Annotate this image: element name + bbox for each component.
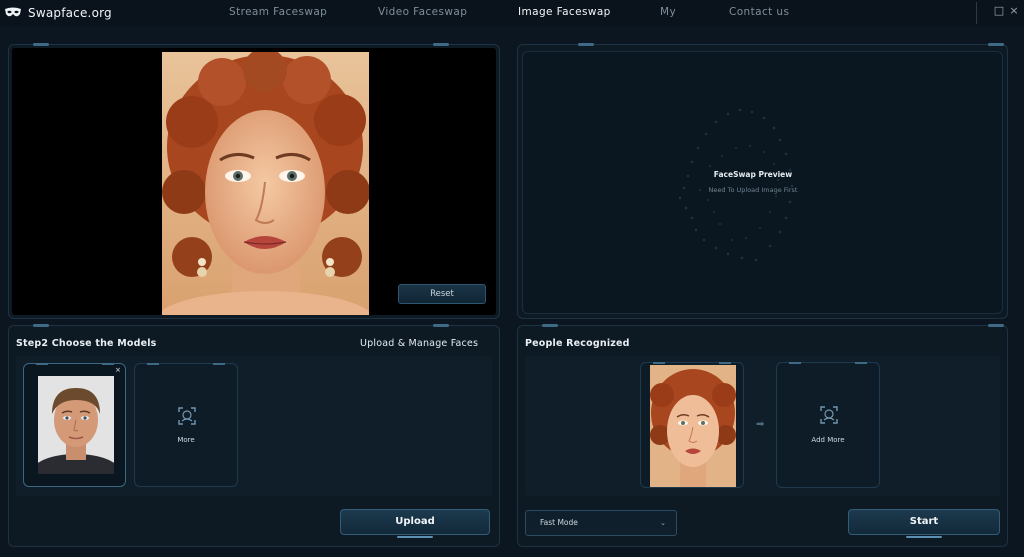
upload-button-label: Upload <box>395 516 435 527</box>
nav-contact-us[interactable]: Contact us <box>729 6 789 18</box>
panel-accent <box>433 43 449 46</box>
panel-accent <box>33 324 49 327</box>
nav-my[interactable]: My <box>660 6 676 18</box>
nav-video-faceswap[interactable]: Video Faceswap <box>378 6 467 18</box>
panel-accent <box>33 43 49 46</box>
add-more-face-card[interactable]: Add More <box>776 362 880 488</box>
card-accent <box>855 362 867 364</box>
maximize-button[interactable]: □ <box>992 4 1006 18</box>
remove-model-icon[interactable]: × <box>115 366 121 374</box>
face-scan-icon <box>178 407 196 425</box>
preview-subtitle: Need To Upload Image First <box>708 186 798 194</box>
card-accent <box>719 362 731 364</box>
people-recognized-title: People Recognized <box>525 338 630 349</box>
more-label: More <box>177 436 195 444</box>
card-accent <box>653 362 665 364</box>
brand-name: Swapface.org <box>28 6 112 20</box>
panel-accent <box>988 43 1004 46</box>
arrow-right-icon: ➡ <box>756 419 765 430</box>
preview-title: FaceSwap Preview <box>713 170 793 179</box>
reset-button[interactable]: Reset <box>398 284 486 304</box>
mode-select-value: Fast Mode <box>540 518 578 527</box>
upload-manage-faces-link[interactable]: Upload & Manage Faces <box>360 338 478 349</box>
source-image-panel <box>8 43 500 319</box>
recognized-face-image <box>650 365 736 487</box>
button-underline <box>397 536 433 538</box>
card-accent <box>102 363 114 365</box>
panel-accent <box>988 324 1004 327</box>
panel-accent <box>433 324 449 327</box>
brand[interactable]: Swapface.org <box>4 3 112 23</box>
face-scan-icon <box>820 406 838 424</box>
panel-accent <box>542 324 558 327</box>
model-card-selected[interactable]: × <box>23 363 126 487</box>
models-section-title: Step2 Choose the Models <box>16 338 157 349</box>
start-button[interactable]: Start <box>848 509 1000 538</box>
upload-button[interactable]: Upload <box>340 509 490 538</box>
mask-icon <box>5 7 21 17</box>
chevron-down-icon: ⌄ <box>660 519 666 527</box>
window-separator <box>976 2 977 24</box>
mode-select[interactable]: Fast Mode ⌄ <box>525 510 677 536</box>
add-more-label: Add More <box>811 436 845 444</box>
card-accent <box>213 363 225 365</box>
uploaded-portrait-image <box>162 52 369 315</box>
card-accent <box>36 363 48 365</box>
start-button-label: Start <box>909 516 939 527</box>
button-underline <box>906 536 942 538</box>
top-bar: Swapface.org Stream Faceswap Video Faces… <box>0 0 1024 26</box>
card-accent <box>789 362 801 364</box>
image-stage <box>12 48 496 315</box>
recognized-face-card[interactable] <box>640 362 744 488</box>
close-window-button[interactable]: × <box>1007 4 1021 18</box>
face-outline-placeholder-icon <box>678 108 794 262</box>
card-accent <box>147 363 159 365</box>
panel-accent <box>578 43 594 46</box>
model-face-image <box>38 376 114 474</box>
more-models-card[interactable]: More <box>134 363 238 487</box>
nav-image-faceswap[interactable]: Image Faceswap <box>518 6 611 18</box>
nav-stream-faceswap[interactable]: Stream Faceswap <box>229 6 327 18</box>
